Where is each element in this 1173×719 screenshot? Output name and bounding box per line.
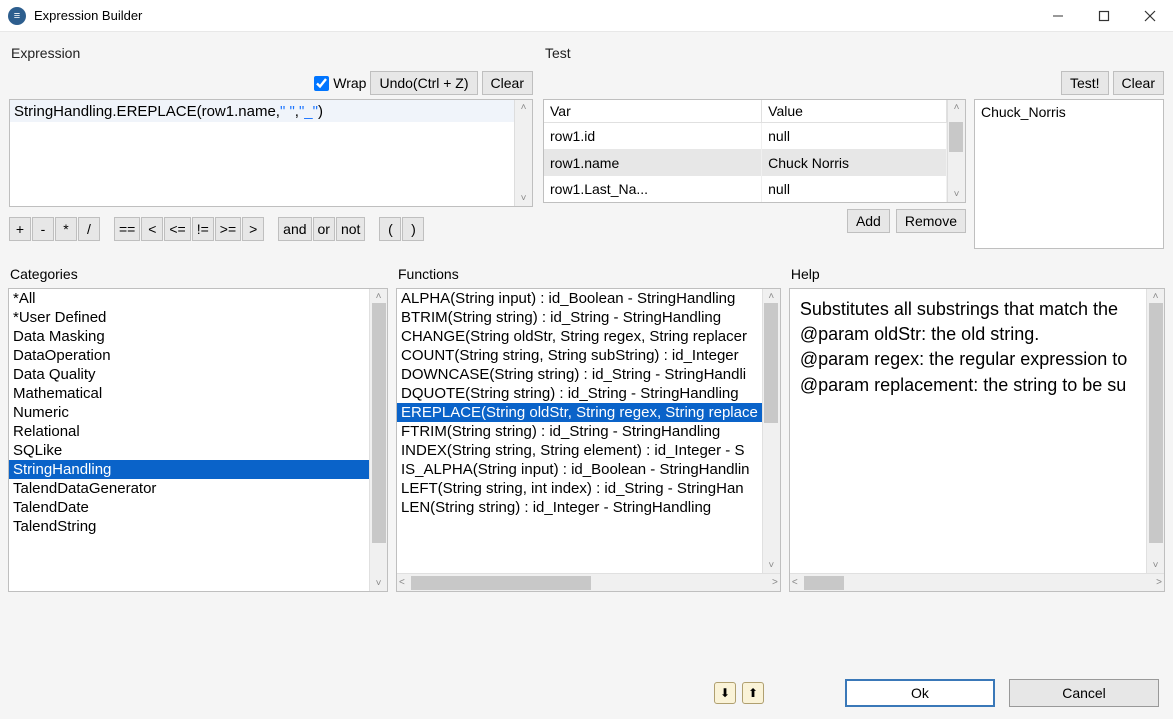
function-item[interactable]: DQUOTE(String string) : id_String - Stri… bbox=[397, 384, 762, 403]
wrap-checkbox[interactable] bbox=[314, 76, 329, 91]
category-item[interactable]: *All bbox=[9, 289, 369, 308]
operator-xx[interactable]: == bbox=[114, 217, 140, 241]
category-item[interactable]: Data Quality bbox=[9, 365, 369, 384]
test-panel: Test Test! Clear Var Value row1.idnullro… bbox=[542, 40, 1165, 258]
function-item[interactable]: INDEX(String string, String element) : i… bbox=[397, 441, 762, 460]
category-item[interactable]: TalendDate bbox=[9, 498, 369, 517]
operator-and[interactable]: and bbox=[278, 217, 311, 241]
category-item[interactable]: TalendDataGenerator bbox=[9, 479, 369, 498]
test-cell-var[interactable]: row1.Last_Na... bbox=[544, 176, 762, 202]
test-cell-value[interactable]: Chuck Norris bbox=[762, 149, 947, 175]
test-cell-value[interactable]: null bbox=[762, 176, 947, 202]
expression-scrollbar[interactable]: ˄˅ bbox=[514, 100, 532, 206]
footer: ⬇ ⬆ Ok Cancel bbox=[0, 667, 1173, 719]
test-button[interactable]: Test! bbox=[1061, 71, 1109, 95]
test-row[interactable]: row1.idnull bbox=[544, 123, 947, 150]
test-col-value[interactable]: Value bbox=[762, 100, 947, 123]
test-table[interactable]: Var Value row1.idnullrow1.nameChuck Norr… bbox=[543, 99, 966, 203]
functions-list[interactable]: ALPHA(String input) : id_Boolean - Strin… bbox=[397, 289, 762, 573]
function-item[interactable]: EREPLACE(String oldStr, String regex, St… bbox=[397, 403, 762, 422]
category-item[interactable]: Data Masking bbox=[9, 327, 369, 346]
test-cell-var[interactable]: row1.name bbox=[544, 149, 762, 175]
operator-x[interactable]: + bbox=[9, 217, 31, 241]
wrap-checkbox-label[interactable]: Wrap bbox=[314, 75, 366, 91]
expression-editor[interactable]: StringHandling.EREPLACE(row1.name," ","_… bbox=[9, 99, 533, 207]
functions-scrollbar-h[interactable]: ˂˃ bbox=[397, 573, 780, 591]
expression-text[interactable]: StringHandling.EREPLACE(row1.name," ","_… bbox=[10, 100, 514, 122]
category-item[interactable]: StringHandling bbox=[9, 460, 369, 479]
operator-x[interactable]: > bbox=[242, 217, 264, 241]
category-item[interactable]: *User Defined bbox=[9, 308, 369, 327]
function-item[interactable]: ALPHA(String input) : id_Boolean - Strin… bbox=[397, 289, 762, 308]
operator-x[interactable]: ( bbox=[379, 217, 401, 241]
test-row[interactable]: row1.Last_Na...null bbox=[544, 176, 947, 202]
operator-not[interactable]: not bbox=[336, 217, 365, 241]
help-scrollbar-v[interactable]: ˄˅ bbox=[1146, 289, 1164, 573]
test-row[interactable]: row1.nameChuck Norris bbox=[544, 149, 947, 175]
import-icon[interactable]: ⬇ bbox=[714, 682, 736, 704]
category-item[interactable]: TalendString bbox=[9, 517, 369, 536]
function-item[interactable]: DOWNCASE(String string) : id_String - St… bbox=[397, 365, 762, 384]
operator-x[interactable]: < bbox=[141, 217, 163, 241]
category-item[interactable]: Relational bbox=[9, 422, 369, 441]
add-button[interactable]: Add bbox=[847, 209, 890, 233]
clear-test-button[interactable]: Clear bbox=[1113, 71, 1164, 95]
help-text: Substitutes all substrings that match th… bbox=[790, 289, 1146, 573]
category-item[interactable]: Numeric bbox=[9, 403, 369, 422]
category-item[interactable]: Mathematical bbox=[9, 384, 369, 403]
help-line: Substitutes all substrings that match th… bbox=[800, 297, 1136, 322]
maximize-button[interactable] bbox=[1081, 0, 1127, 32]
categories-panel: Categories *All*User DefinedData Masking… bbox=[8, 262, 388, 592]
close-button[interactable] bbox=[1127, 0, 1173, 32]
help-line: @param regex: the regular expression to bbox=[800, 347, 1136, 372]
operator-xx[interactable]: <= bbox=[164, 217, 190, 241]
operator-xx[interactable]: != bbox=[192, 217, 214, 241]
function-item[interactable]: LEFT(String string, int index) : id_Stri… bbox=[397, 479, 762, 498]
operator-x[interactable]: - bbox=[32, 217, 54, 241]
function-item[interactable]: IS_ALPHA(String input) : id_Boolean - St… bbox=[397, 460, 762, 479]
operator-xx[interactable]: >= bbox=[215, 217, 241, 241]
help-panel: Help Substitutes all substrings that mat… bbox=[789, 262, 1165, 592]
categories-scrollbar[interactable]: ˄˅ bbox=[369, 289, 387, 591]
functions-label: Functions bbox=[396, 262, 781, 288]
help-line: @param replacement: the string to be su bbox=[800, 373, 1136, 398]
test-col-var[interactable]: Var bbox=[544, 100, 762, 123]
function-item[interactable]: COUNT(String string, String subString) :… bbox=[397, 346, 762, 365]
help-scrollbar-h[interactable]: ˂˃ bbox=[790, 573, 1164, 591]
operator-x[interactable]: * bbox=[55, 217, 77, 241]
test-label: Test bbox=[543, 41, 1164, 69]
category-item[interactable]: SQLike bbox=[9, 441, 369, 460]
function-item[interactable]: BTRIM(String string) : id_String - Strin… bbox=[397, 308, 762, 327]
help-line: @param oldStr: the old string. bbox=[800, 322, 1136, 347]
minimize-button[interactable] bbox=[1035, 0, 1081, 32]
function-item[interactable]: FTRIM(String string) : id_String - Strin… bbox=[397, 422, 762, 441]
operator-x[interactable]: ) bbox=[402, 217, 424, 241]
categories-label: Categories bbox=[8, 262, 388, 288]
ok-button[interactable]: Ok bbox=[845, 679, 995, 707]
operator-or[interactable]: or bbox=[313, 217, 335, 241]
expression-panel: Expression Wrap Undo(Ctrl + Z) Clear Str… bbox=[8, 40, 534, 258]
test-cell-var[interactable]: row1.id bbox=[544, 123, 762, 150]
functions-scrollbar-v[interactable]: ˄˅ bbox=[762, 289, 780, 573]
test-cell-value[interactable]: null bbox=[762, 123, 947, 150]
functions-panel: Functions ALPHA(String input) : id_Boole… bbox=[396, 262, 781, 592]
app-icon bbox=[8, 7, 26, 25]
help-label: Help bbox=[789, 262, 1165, 288]
clear-expression-button[interactable]: Clear bbox=[482, 71, 533, 95]
categories-list[interactable]: *All*User DefinedData MaskingDataOperati… bbox=[9, 289, 369, 591]
remove-button[interactable]: Remove bbox=[896, 209, 966, 233]
cancel-button[interactable]: Cancel bbox=[1009, 679, 1159, 707]
export-icon[interactable]: ⬆ bbox=[742, 682, 764, 704]
expression-label: Expression bbox=[9, 41, 533, 69]
function-item[interactable]: LEN(String string) : id_Integer - String… bbox=[397, 498, 762, 517]
undo-button[interactable]: Undo(Ctrl + Z) bbox=[370, 71, 477, 95]
test-scrollbar[interactable]: ˄˅ bbox=[947, 100, 965, 202]
window-title: Expression Builder bbox=[34, 8, 1035, 23]
function-item[interactable]: CHANGE(String oldStr, String regex, Stri… bbox=[397, 327, 762, 346]
test-result: Chuck_Norris bbox=[974, 99, 1164, 249]
operator-x[interactable]: / bbox=[78, 217, 100, 241]
category-item[interactable]: DataOperation bbox=[9, 346, 369, 365]
titlebar: Expression Builder bbox=[0, 0, 1173, 32]
